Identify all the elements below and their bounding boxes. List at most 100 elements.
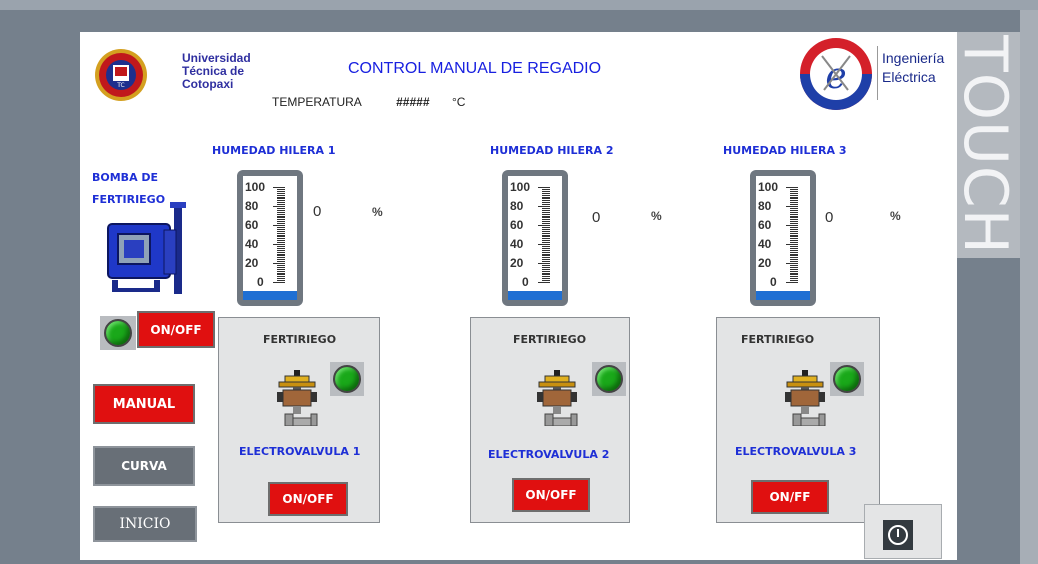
gauge-tick	[277, 219, 285, 221]
gauge-tick	[277, 268, 285, 270]
humidity-unit-2: %	[651, 209, 662, 223]
gauge-tick	[790, 230, 798, 232]
gauge-tick	[277, 270, 285, 272]
gauge-tick	[542, 253, 550, 255]
gauge-tick	[542, 278, 550, 280]
gauge-tick	[542, 211, 550, 213]
valve-panel-2: FERTIRIEGO ELECTROVALVULA 2 ON/OFF	[470, 317, 630, 523]
valve-label-1: ELECTROVALVULA 1	[239, 445, 361, 458]
gauge-tick	[542, 251, 550, 253]
gauge-tick	[790, 226, 798, 228]
gauge-tick	[277, 198, 285, 200]
gauge-tick	[790, 234, 798, 236]
power-button[interactable]	[864, 504, 942, 559]
gauge-tick	[542, 207, 550, 209]
valve-onoff-button-2[interactable]: ON/OFF	[512, 478, 590, 512]
gauge-tick	[277, 194, 285, 196]
inicio-button[interactable]: INICIO	[93, 506, 197, 542]
gauge-tick	[790, 198, 798, 200]
scale-label: 20	[510, 256, 524, 270]
gauge-tick	[277, 217, 285, 219]
gauge-tick	[542, 219, 550, 221]
gauge-tick	[542, 238, 550, 240]
electrovalve-icon-3	[783, 370, 827, 430]
gauge-tick	[790, 204, 798, 206]
gauge-tick	[790, 221, 798, 223]
gauge-tick	[542, 188, 550, 190]
gauge-tick	[277, 264, 285, 266]
gauge-tick	[790, 272, 798, 274]
gauge-tick	[277, 192, 285, 194]
gauge-tick	[790, 194, 798, 196]
valve-panel-1: FERTIRIEGO ELECTROVALVULA 1 ON/OFF	[218, 317, 380, 523]
gauge-tick	[790, 190, 798, 192]
gauge-tick	[277, 234, 285, 236]
gauge-tick	[790, 249, 798, 251]
gauge-tick	[542, 280, 550, 282]
gauge-tick	[277, 247, 285, 249]
gauge-tick	[542, 190, 550, 192]
gauge-tick	[542, 213, 550, 215]
gauge-tick	[790, 274, 798, 276]
gauge-tick	[790, 261, 798, 263]
gauge-tick	[277, 253, 285, 255]
curva-button[interactable]: CURVA	[93, 446, 195, 486]
gauge-tick	[542, 264, 550, 266]
gauge-tick	[790, 188, 798, 190]
gauge-tick	[277, 213, 285, 215]
valve-onoff-button-3[interactable]: ON/FF	[751, 480, 829, 514]
gauge-tick	[790, 259, 798, 261]
gauge-tick	[790, 253, 798, 255]
gauge-tick	[542, 202, 550, 204]
scale-label: 100	[245, 180, 266, 194]
scale-label: 40	[758, 237, 772, 251]
gauge-tick	[542, 272, 550, 274]
scale-label: 20	[758, 256, 772, 270]
valve-onoff-button-1[interactable]: ON/OFF	[268, 482, 348, 516]
humidity-gauge-3: 100 80 60 40 20 0	[750, 170, 816, 306]
gauge-tick	[790, 196, 798, 198]
gauge-tick	[790, 264, 798, 266]
valve-status-indicator-1	[333, 365, 361, 393]
humidity-gauge-1: 100 80 60 40 20 0	[237, 170, 303, 306]
scale-label: 0	[257, 275, 264, 289]
power-icon	[883, 520, 913, 550]
gauge-tick	[542, 247, 550, 249]
gauge-tick	[790, 209, 798, 211]
scale-label: 40	[245, 237, 259, 251]
gauge-tick	[273, 206, 285, 207]
scale-label: 100	[758, 180, 779, 194]
gauge-tick	[277, 226, 285, 228]
gauge-tick	[542, 268, 550, 270]
gauge-tick	[277, 259, 285, 261]
gauge-tick	[542, 221, 550, 223]
gauge-tick	[542, 196, 550, 198]
gauge-tick	[790, 200, 798, 202]
gauge-tick	[786, 282, 798, 283]
gauge-tick	[542, 215, 550, 217]
gauge-tick	[790, 213, 798, 215]
humidity-label-3: HUMEDAD HILERA 3	[723, 144, 847, 157]
scale-label: 60	[758, 218, 772, 232]
valve-label-3: ELECTROVALVULA 3	[735, 445, 857, 458]
logo-divider	[877, 46, 878, 100]
gauge-tick	[790, 278, 798, 280]
panel-title-3: FERTIRIEGO	[741, 333, 815, 346]
manual-button[interactable]: MANUAL	[93, 384, 195, 424]
gauge-tick	[277, 200, 285, 202]
gauge-tick	[786, 263, 798, 264]
gauge-tick	[542, 234, 550, 236]
scale-label: 60	[510, 218, 524, 232]
electrovalve-icon-2	[535, 370, 579, 430]
humidity-gauge-2: 100 80 60 40 20 0	[502, 170, 568, 306]
university-logo: TC	[94, 48, 148, 102]
gauge-tick	[538, 225, 550, 226]
gauge-tick	[277, 209, 285, 211]
pump-onoff-button[interactable]: ON/OFF	[137, 311, 215, 348]
svg-text:e: e	[825, 56, 846, 97]
department-name: Ingeniería Eléctrica	[882, 50, 945, 85]
gauge-tick	[542, 240, 550, 242]
gauge-tick	[277, 251, 285, 253]
gauge-tick	[790, 242, 798, 244]
gauge-tick	[542, 192, 550, 194]
